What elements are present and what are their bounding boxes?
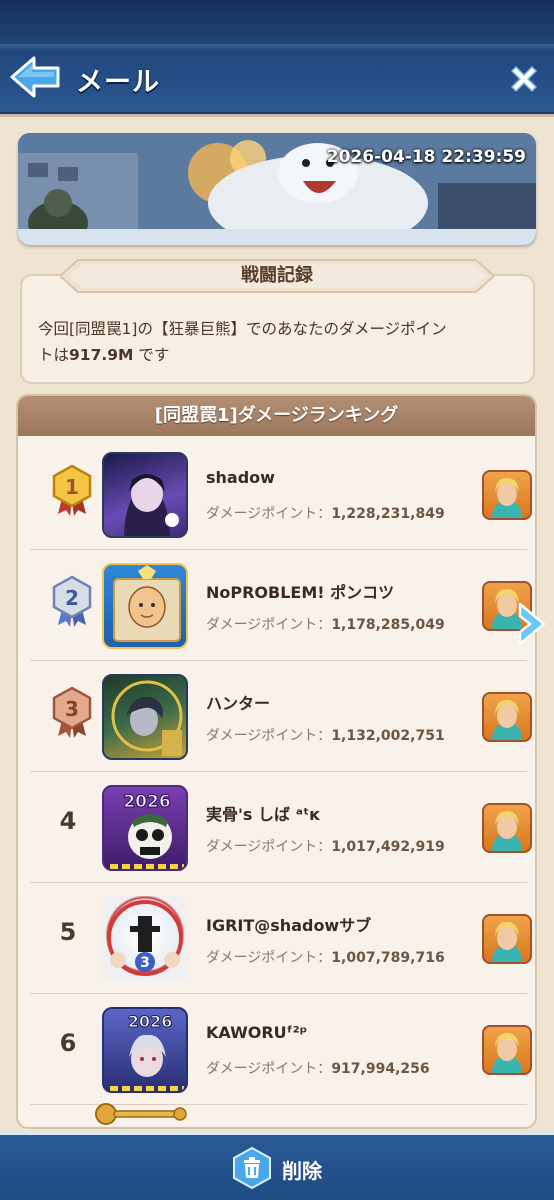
gold-medal-icon: 1 — [52, 464, 92, 516]
damage-value: 917,994,256 — [331, 1061, 430, 1077]
chevron-right-icon — [518, 602, 546, 646]
avatar-portrait — [124, 474, 179, 536]
hero-icon — [492, 811, 522, 851]
record-damage-value: 917.9M — [69, 346, 134, 364]
player-name: NoPROBLEM! ポンコツ — [206, 583, 395, 602]
snow-strip — [0, 44, 554, 50]
silver-medal-icon: 2 — [52, 575, 92, 627]
damage-label: ダメージポイント： — [206, 506, 332, 522]
avatar-year-label: 2026 — [123, 792, 170, 812]
mail-timestamp: 2026-04-18 22:39:59 — [326, 147, 526, 167]
record-text-prefix: 今回[同盟罠1]の【狂暴巨熊】でのあなたのダメージポイン — [38, 320, 447, 338]
table-row: 3 ハンター ダメージポイント：1,132,002,751 — [30, 662, 532, 772]
ranking-header: [同盟罠1]ダメージランキング — [18, 396, 535, 436]
damage-points: ダメージポイント：1,178,285,049 — [206, 614, 445, 634]
delete-button[interactable]: 削除 — [230, 1145, 340, 1191]
player-name: 実骨's しば ᵃᵗĸ — [206, 805, 320, 824]
arrow-left-icon — [10, 56, 60, 98]
hero-portrait-button[interactable] — [482, 470, 532, 520]
avatar-year-label: 2026 — [128, 1012, 173, 1031]
damage-points: ダメージポイント：1,007,789,716 — [206, 947, 445, 967]
hero-portrait-button[interactable] — [482, 914, 532, 964]
damage-label: ダメージポイント： — [206, 950, 332, 966]
battle-record-title-banner: 戦闘記録 — [60, 258, 494, 294]
damage-value: 1,007,789,716 — [331, 950, 445, 966]
hero-portrait-button[interactable] — [482, 803, 532, 853]
player-name: KAWORUᶠ²ᵖ — [206, 1023, 308, 1042]
hero-portrait-button[interactable] — [482, 1025, 532, 1075]
avatar-portrait — [113, 565, 181, 642]
delete-label: 削除 — [282, 1159, 322, 1183]
hero-icon — [492, 700, 522, 740]
back-button[interactable] — [8, 54, 62, 100]
avatar-portrait: 2026 — [110, 792, 184, 869]
avatar-portrait: 3 — [107, 900, 183, 976]
battle-record-text: 今回[同盟罠1]の【狂暴巨熊】でのあなたのダメージポイン トは917.9M です — [38, 316, 528, 368]
damage-ranking: [同盟罠1]ダメージランキング 1 shadow ダメージポイント：1,228,… — [16, 394, 537, 1129]
next-page-button[interactable] — [514, 600, 550, 648]
avatar[interactable] — [102, 674, 188, 760]
player-name: IGRIT@shadowサブ — [206, 916, 372, 935]
table-row: 6 2026 KAWORUᶠ²ᵖ ダメージポイント：917,994,256 — [30, 995, 532, 1105]
damage-label: ダメージポイント： — [206, 839, 332, 855]
hero-icon — [492, 1033, 522, 1073]
hero-portrait-button[interactable] — [482, 692, 532, 742]
battle-banner: 2026-04-18 22:39:59 — [18, 133, 536, 245]
damage-value: 1,132,002,751 — [331, 728, 445, 744]
player-name: ハンター — [206, 694, 271, 713]
rank-number: 4 — [59, 807, 77, 835]
damage-label: ダメージポイント： — [206, 728, 332, 744]
rank-number: 6 — [59, 1029, 77, 1057]
record-text-line2: トは — [38, 346, 70, 364]
avatar-portrait — [111, 680, 183, 756]
avatar[interactable]: 3 — [102, 896, 188, 982]
damage-label: ダメージポイント： — [206, 617, 332, 633]
table-row: 4 2026 実骨's しば ᵃᵗĸ ダメージポイント：1,017,492,91… — [30, 773, 532, 883]
battle-record-title: 戦闘記録 — [241, 265, 313, 286]
damage-value: 1,228,231,849 — [331, 506, 445, 522]
damage-label: ダメージポイント： — [206, 1061, 332, 1077]
rank-number: 5 — [59, 918, 77, 946]
avatar[interactable]: 2026 — [102, 785, 188, 871]
damage-points: ダメージポイント：1,228,231,849 — [206, 503, 445, 523]
hero-icon — [492, 478, 522, 518]
damage-points: ダメージポイント：917,994,256 — [206, 1058, 430, 1078]
close-button[interactable] — [505, 60, 543, 98]
rank-label: 3 — [65, 697, 79, 721]
avatar[interactable] — [102, 563, 188, 649]
table-row: 5 3 IGRIT@shadowサブ ダメージポイント：1,007,789,71… — [30, 884, 532, 994]
page-title: メール — [76, 67, 160, 98]
damage-points: ダメージポイント：1,132,002,751 — [206, 725, 445, 745]
damage-value: 1,178,285,049 — [331, 617, 445, 633]
player-name: shadow — [206, 468, 275, 487]
trash-icon — [233, 1146, 271, 1190]
avatar[interactable] — [102, 452, 188, 538]
avatar-portrait: 2026 — [110, 1012, 184, 1091]
table-row: 1 shadow ダメージポイント：1,228,231,849 — [30, 440, 532, 550]
damage-value: 1,017,492,919 — [331, 839, 445, 855]
rank-label: 2 — [65, 586, 79, 610]
avatar-level-label: 3 — [140, 955, 150, 971]
close-icon — [510, 65, 538, 93]
hero-icon — [492, 922, 522, 962]
bronze-medal-icon: 3 — [52, 686, 92, 738]
rank-label: 1 — [65, 475, 79, 499]
avatar[interactable]: 2026 — [102, 1007, 188, 1093]
damage-points: ダメージポイント：1,017,492,919 — [206, 836, 445, 856]
record-text-suffix: です — [133, 346, 170, 364]
table-row: 2 NoPROBLEM! ポンコツ ダメージポイント：1,178,285,049 — [30, 551, 532, 661]
frame-decoration-icon — [95, 1103, 187, 1125]
